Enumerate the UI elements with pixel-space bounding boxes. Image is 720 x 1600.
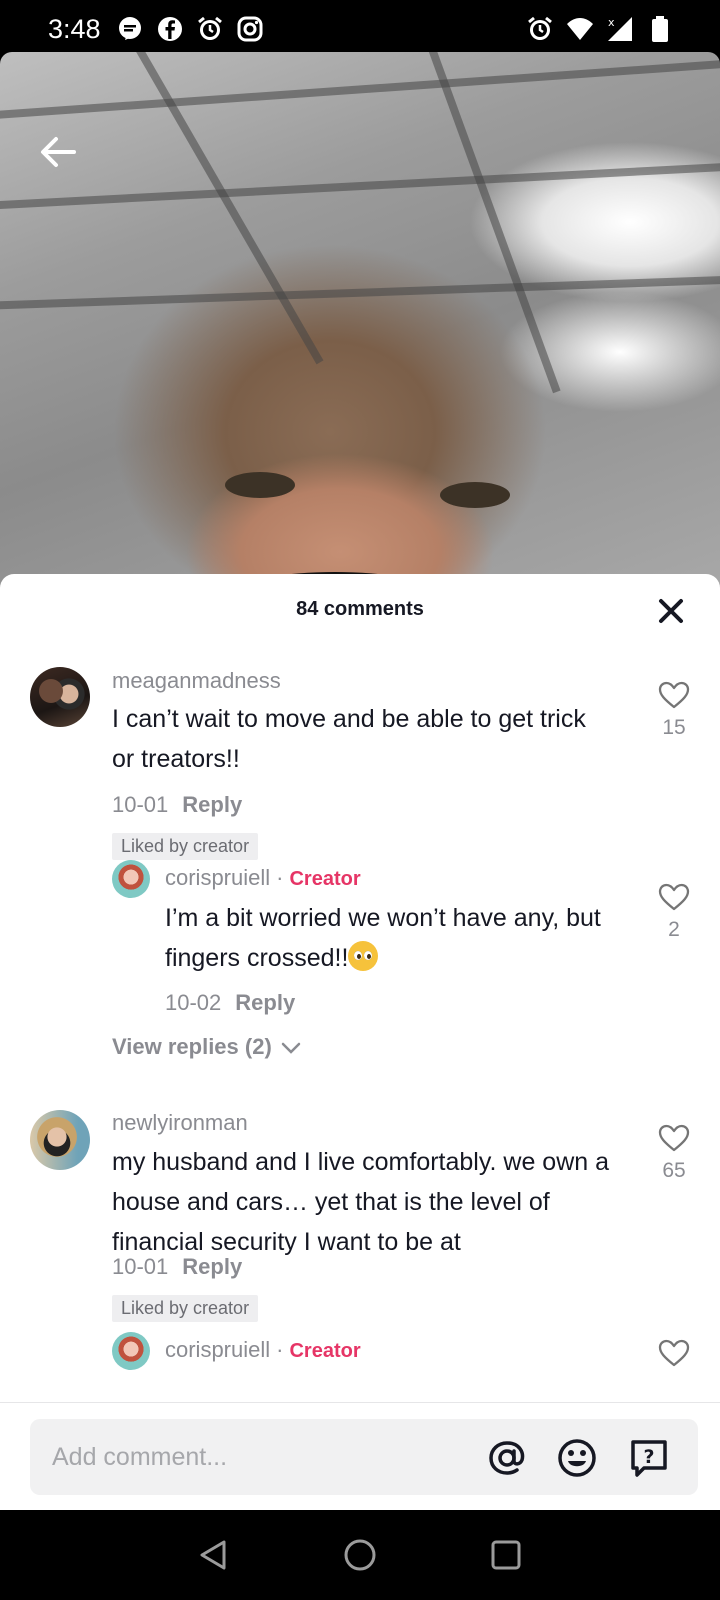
add-comment-input[interactable] — [52, 1419, 452, 1495]
chat-bubble-icon — [119, 17, 141, 40]
chevron-down-icon — [281, 1042, 301, 1054]
ceiling-beam — [0, 56, 720, 120]
avatar[interactable] — [112, 1332, 150, 1370]
arrow-left-icon[interactable] — [38, 132, 78, 172]
pleading-face-emoji — [348, 941, 379, 971]
eye — [440, 482, 510, 508]
comment-input-bar: ? — [0, 1402, 720, 1510]
question-icon[interactable]: ? — [628, 1437, 670, 1479]
comments-sheet: 84 comments meaganmadness I can’t wait t… — [0, 574, 720, 1508]
view-replies-label: View replies (2) — [112, 1034, 272, 1059]
comment-text: my husband and I live comfortably. we ow… — [112, 1148, 610, 1256]
comment-username[interactable]: meaganmadness — [112, 668, 281, 694]
comment-date: 10-01 — [112, 1254, 169, 1279]
reply-username-row: corispruiell · Creator — [165, 865, 361, 891]
comment-username[interactable]: newlyironman — [112, 1110, 248, 1136]
like-button[interactable] — [656, 1338, 692, 1368]
svg-text:?: ? — [643, 1446, 654, 1468]
avatar[interactable] — [30, 667, 90, 727]
mention-icon[interactable] — [486, 1437, 528, 1479]
comment-date: 10-02 — [165, 990, 222, 1015]
recents-square-icon[interactable] — [488, 1537, 524, 1573]
reply-button[interactable]: Reply — [182, 1254, 242, 1279]
like-button[interactable]: 15 — [656, 680, 692, 740]
like-button[interactable]: 65 — [656, 1123, 692, 1183]
like-count: 15 — [662, 716, 686, 739]
view-replies-button[interactable]: View replies (2) — [112, 1034, 302, 1060]
liked-by-creator-badge: Liked by creator — [112, 833, 259, 860]
comment-text-row: I’m a bit worried we won’t have any, but… — [165, 898, 625, 978]
heart-icon — [658, 1339, 690, 1367]
back-triangle-icon[interactable] — [196, 1537, 232, 1573]
status-bar: 3:48 x — [0, 0, 720, 60]
comment-date: 10-01 — [112, 792, 169, 817]
comment-username[interactable]: corispruiell — [165, 1337, 270, 1362]
comment-meta: 10-01 Reply — [112, 1254, 242, 1280]
avatar[interactable] — [112, 860, 150, 898]
ceiling-beam — [416, 52, 561, 394]
creator-badge: Creator — [289, 868, 361, 890]
heart-icon — [658, 681, 690, 709]
reply-button[interactable]: Reply — [182, 792, 242, 817]
separator-dot: · — [276, 1337, 284, 1362]
like-count: 65 — [662, 1159, 686, 1182]
comment-meta: 10-01 Reply — [112, 792, 242, 818]
like-button[interactable]: 2 — [656, 882, 692, 942]
battery-icon — [652, 16, 668, 42]
separator-dot: · — [276, 865, 284, 890]
comments-count-title: 84 comments — [296, 598, 424, 620]
android-nav-bar — [0, 1510, 720, 1600]
creator-badge: Creator — [289, 1340, 361, 1362]
heart-icon — [658, 883, 690, 911]
status-time: 3:48 — [48, 14, 101, 44]
facebook-icon — [158, 17, 182, 41]
ceiling-beam — [0, 274, 720, 310]
liked-by-creator-badge: Liked by creator — [112, 1295, 259, 1322]
like-count: 2 — [668, 918, 680, 941]
video-player[interactable] — [0, 52, 720, 592]
alarm-icon — [198, 16, 222, 40]
eye — [225, 472, 295, 498]
avatar[interactable] — [30, 1110, 90, 1170]
signal-icon: x — [608, 16, 632, 41]
close-icon[interactable] — [656, 596, 686, 626]
reply-button[interactable]: Reply — [235, 990, 295, 1015]
comment-username[interactable]: corispruiell — [165, 865, 270, 890]
ceiling-beam — [0, 160, 720, 210]
svg-text:x: x — [608, 16, 615, 29]
heart-icon — [658, 1124, 690, 1152]
comment-input-box: ? — [30, 1419, 698, 1495]
alarm-icon — [528, 16, 552, 40]
wifi-icon — [567, 18, 593, 40]
instagram-icon — [237, 16, 263, 42]
comment-meta: 10-02 Reply — [165, 990, 295, 1016]
comment-text: I’m a bit worried we won’t have any, but… — [165, 904, 601, 972]
reply-username-row: corispruiell · Creator — [165, 1337, 361, 1363]
emoji-icon[interactable] — [556, 1437, 598, 1479]
comment-text: I can’t wait to move and be able to get … — [112, 705, 586, 773]
home-circle-icon[interactable] — [342, 1537, 378, 1573]
